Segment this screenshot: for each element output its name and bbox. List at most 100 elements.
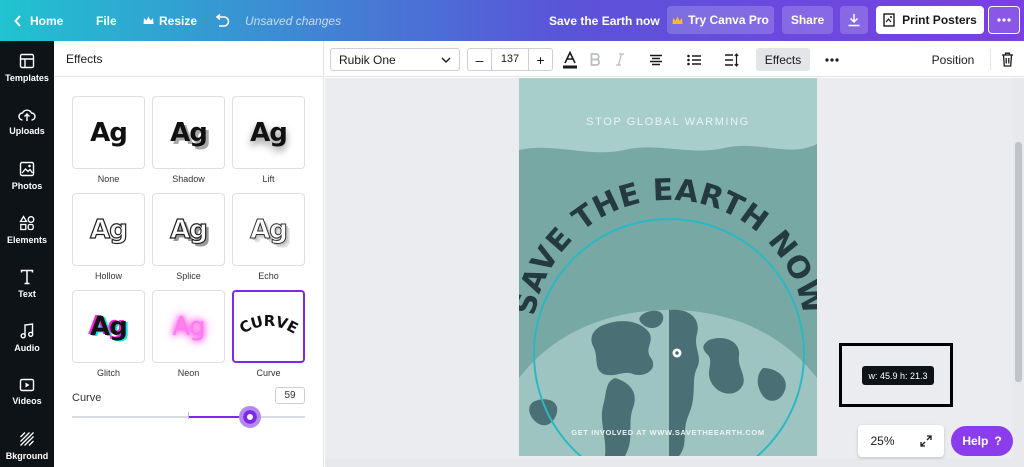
list-button[interactable]: [685, 48, 703, 71]
more-toolbar-button[interactable]: [822, 48, 842, 71]
spacing-button[interactable]: [722, 48, 740, 71]
undo-icon: [215, 13, 230, 27]
sidebar-item-uploads[interactable]: Uploads: [0, 95, 54, 149]
effect-preview: Ag: [172, 311, 205, 342]
document-title[interactable]: Save the Earth now: [549, 0, 660, 41]
sidebar-item-elements[interactable]: Elements: [0, 203, 54, 257]
text-icon: [20, 269, 34, 285]
home-button[interactable]: Home: [14, 0, 63, 41]
effects-button[interactable]: Effects: [756, 48, 810, 71]
sidebar-item-audio[interactable]: Audio: [0, 311, 54, 365]
effect-shadow[interactable]: Ag: [152, 96, 225, 169]
curve-label: Curve: [72, 392, 102, 404]
curve-slider-handle[interactable]: [239, 406, 262, 428]
share-button[interactable]: Share: [782, 6, 833, 34]
photo-icon: [19, 161, 35, 177]
spacing-icon: [724, 52, 739, 67]
effect-label: Neon: [177, 368, 200, 378]
sidebar-item-background[interactable]: Bkground: [0, 419, 54, 467]
try-canva-pro-button[interactable]: Try Canva Pro: [667, 6, 774, 34]
sidebar-item-videos[interactable]: Videos: [0, 365, 54, 419]
print-icon: [883, 13, 895, 27]
expand-icon[interactable]: [919, 435, 932, 447]
sidebar-item-templates[interactable]: Templates: [0, 41, 54, 95]
resize-button[interactable]: Resize: [143, 0, 197, 41]
dimensions-tooltip: w: 45.9 h: 21.3: [862, 366, 934, 385]
effects-panel: Effects Ag None Ag Shadow Ag Lift Ag Hol…: [54, 41, 324, 467]
effect-hollow[interactable]: Ag: [72, 193, 145, 266]
font-size-input[interactable]: 137: [491, 49, 529, 70]
effect-label: Glitch: [96, 368, 120, 378]
effect-label: Curve: [256, 368, 281, 378]
poster-page[interactable]: SAVE THE EARTH NOW STOP GLOBAL WARMING G…: [519, 78, 817, 456]
text-color-button[interactable]: [561, 48, 579, 71]
decrease-size-button[interactable]: –: [468, 52, 491, 68]
download-button[interactable]: [840, 6, 868, 34]
sidebar-item-photos[interactable]: Photos: [0, 149, 54, 203]
effect-label: Lift: [262, 174, 275, 184]
effect-preview: Ag: [170, 214, 209, 245]
print-posters-button[interactable]: Print Posters: [876, 6, 984, 34]
zoom-control[interactable]: 25%: [858, 425, 944, 457]
effect-label: Hollow: [94, 271, 122, 281]
download-icon: [848, 14, 860, 27]
help-question-icon: ?: [994, 434, 1002, 448]
effect-preview: Ag: [90, 214, 129, 245]
effect-curve[interactable]: CURVE: [232, 290, 305, 363]
text-color-icon: [563, 50, 577, 68]
bold-button[interactable]: [587, 48, 603, 71]
effect-preview: Ag: [90, 311, 128, 342]
divider: [990, 49, 991, 70]
poster-bottom-text[interactable]: GET INVOLVED AT WWW.SAVETHEEARTH.COM: [519, 428, 817, 437]
trash-icon: [1001, 52, 1013, 67]
more-options-button[interactable]: [988, 6, 1020, 34]
zoom-level[interactable]: 25%: [870, 434, 894, 448]
effect-label: Echo: [258, 271, 279, 281]
effect-preview: Ag: [250, 214, 289, 245]
font-selector[interactable]: Rubik One: [330, 48, 460, 71]
align-button[interactable]: [647, 48, 665, 71]
poster-top-text[interactable]: STOP GLOBAL WARMING: [519, 116, 817, 128]
more-icon: [997, 18, 1011, 22]
more-icon: [825, 57, 839, 62]
increase-size-button[interactable]: +: [529, 52, 552, 68]
delete-button[interactable]: [998, 48, 1016, 71]
side-nav: Templates Uploads Photos Elements Text A…: [0, 41, 54, 467]
effect-lift[interactable]: Ag: [232, 96, 305, 169]
undo-button[interactable]: [214, 0, 230, 41]
effect-label: None: [97, 174, 120, 184]
chevron-down-icon: [441, 57, 451, 63]
curve-value-input[interactable]: 59: [275, 387, 305, 404]
effect-echo[interactable]: Ag: [232, 193, 305, 266]
video-icon: [19, 378, 35, 392]
sidebar-item-text[interactable]: Text: [0, 257, 54, 311]
effect-preview: Ag: [170, 117, 208, 148]
text-toolbar: Rubik One – 137 + Effects Position: [325, 41, 1024, 77]
effect-preview: Ag: [90, 117, 128, 148]
effect-label: Splice: [176, 271, 201, 281]
italic-button[interactable]: [612, 48, 628, 71]
effect-splice[interactable]: Ag: [152, 193, 225, 266]
poster-graphic: SAVE THE EARTH NOW: [519, 78, 817, 456]
file-menu[interactable]: File: [96, 0, 117, 41]
effect-none[interactable]: Ag: [72, 96, 145, 169]
effect-label: Shadow: [172, 174, 205, 184]
help-button[interactable]: Help ?: [951, 426, 1013, 456]
crown-icon: [143, 16, 154, 24]
horizontal-scrollbar[interactable]: [325, 458, 1013, 467]
scrollbar-thumb[interactable]: [1015, 142, 1022, 382]
audio-icon: [20, 323, 34, 339]
crown-icon: [672, 16, 683, 24]
upload-icon: [18, 109, 36, 121]
panel-title: Effects: [66, 52, 103, 66]
divider: [54, 76, 324, 77]
position-button[interactable]: Position: [922, 48, 984, 71]
elements-icon: [19, 215, 35, 231]
effect-preview: CURVE: [236, 312, 301, 338]
effect-glitch[interactable]: Ag: [72, 290, 145, 363]
vertical-scrollbar[interactable]: [1013, 78, 1024, 467]
home-label: Home: [30, 13, 64, 28]
effect-neon[interactable]: Ag: [152, 290, 225, 363]
templates-icon: [19, 53, 35, 69]
font-size-stepper: – 137 +: [467, 48, 553, 71]
